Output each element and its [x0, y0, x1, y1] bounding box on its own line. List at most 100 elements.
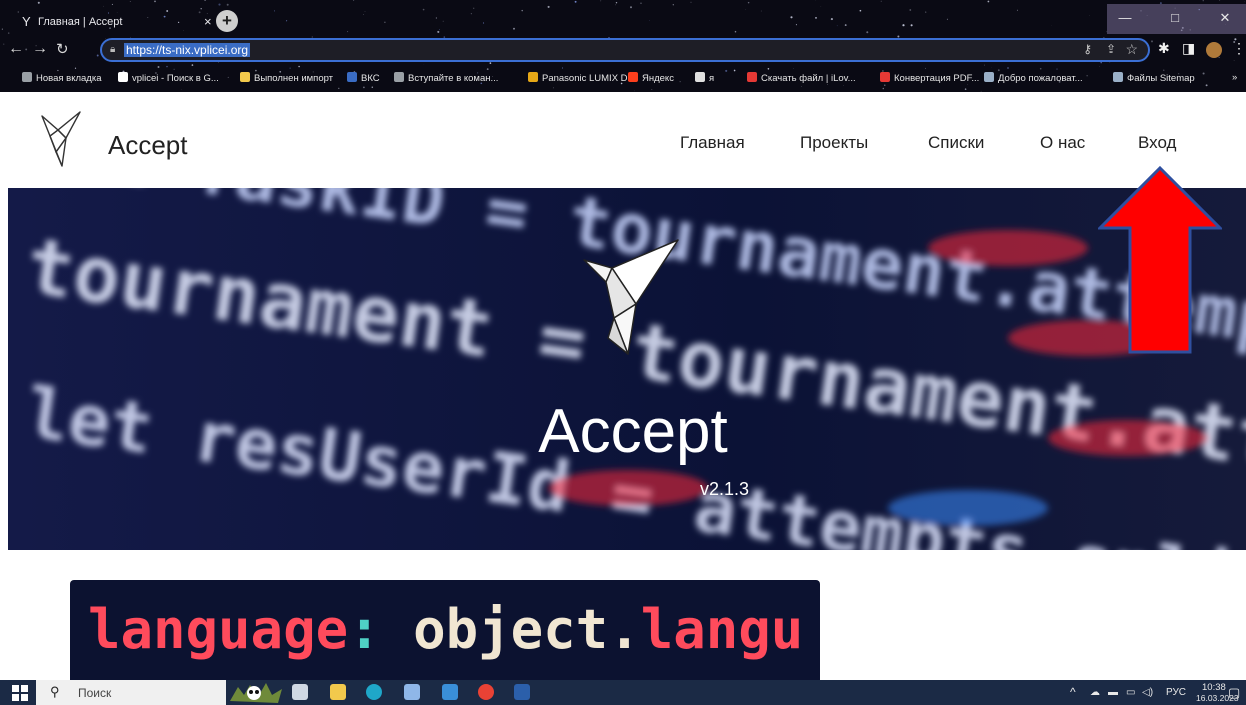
bookmark-item[interactable]: Скачать файл | iLov... [747, 72, 856, 84]
new-tab-button[interactable]: + [216, 10, 238, 32]
bookmark-item[interactable]: Конвертация PDF... [880, 72, 979, 84]
browser-menu-icon[interactable]: ⋮ [1232, 40, 1246, 57]
star-dot [574, 0, 577, 3]
star-dot [909, 9, 912, 11]
code-image-card[interactable]: language: object.langu [70, 580, 820, 680]
star-dot [7, 32, 10, 34]
notifications-icon[interactable]: ▢ [1228, 685, 1240, 701]
reload-icon[interactable]: ↻ [56, 40, 69, 58]
battery-icon[interactable]: ▬ [1108, 687, 1118, 698]
browser-tab[interactable]: Y Главная | Accept × [14, 10, 220, 34]
profile-avatar[interactable] [1206, 42, 1222, 58]
bookmark-item[interactable]: ВКС [347, 72, 380, 84]
star-dot [830, 18, 833, 21]
bookmark-item[interactable]: Новая вкладка [22, 72, 101, 84]
star-dot [129, 1, 131, 2]
taskbar-search[interactable]: ⚲ Поиск [36, 680, 226, 705]
globe-icon [22, 72, 32, 82]
bookmarks-bar: Новая вкладка vplicei - Поиск в G... Выпол… [0, 66, 1246, 90]
server-icon [984, 72, 994, 82]
nav-link-projects[interactable]: Проекты [800, 133, 868, 153]
windows-start-icon[interactable] [12, 685, 28, 701]
forward-arrow-icon[interactable]: → [32, 40, 48, 58]
tab-close-icon[interactable]: × [204, 14, 212, 29]
card-code-token: language [88, 598, 349, 661]
star-dot [154, 0, 156, 3]
bookmarks-overflow-button[interactable]: » [1232, 72, 1237, 83]
star-dot [946, 18, 948, 20]
star-dot [672, 4, 674, 6]
volume-icon[interactable]: ◁) [1142, 687, 1153, 698]
star-dot [640, 2, 642, 4]
nav-link-about[interactable]: О нас [1040, 133, 1085, 153]
onedrive-cloud-icon[interactable]: ☁ [1090, 687, 1100, 698]
hero-origami-bird-icon [583, 239, 679, 355]
card-code-token: object [413, 598, 609, 661]
star-dot [489, 62, 492, 64]
word-icon[interactable] [514, 684, 530, 700]
lock-icon: 🔒︎ [110, 44, 116, 55]
google-icon [118, 72, 128, 82]
close-window-button[interactable]: ✕ [1209, 10, 1241, 26]
url-text[interactable]: https://ts-nix.vplicei.org [124, 43, 251, 57]
site-name[interactable]: Accept [108, 130, 188, 161]
star-dot [910, 24, 913, 27]
input-language[interactable]: РУС [1166, 687, 1186, 698]
star-dot [226, 3, 229, 6]
star-dot [547, 5, 550, 8]
nav-link-login[interactable]: Вход [1138, 133, 1176, 153]
task-view-icon[interactable] [292, 684, 308, 700]
system-tray: ^ ☁ ▬ ▭ ◁) РУС 10:38 16.03.2023 ▢ [1000, 680, 1246, 705]
file-explorer-icon[interactable] [330, 684, 346, 700]
bookmark-label: Файлы Sitemap [1127, 73, 1195, 84]
origami-bird-logo-icon[interactable] [36, 108, 86, 170]
card-code-token: langu [640, 598, 804, 661]
bookmark-item[interactable]: Файлы Sitemap [1113, 72, 1195, 84]
back-arrow-icon[interactable]: ← [8, 40, 24, 58]
star-dot [521, 9, 523, 12]
bookmark-item[interactable]: Яндекс [628, 72, 674, 84]
nav-link-lists[interactable]: Списки [928, 133, 984, 153]
star-dot [1016, 9, 1018, 11]
bookmark-item[interactable]: vplicei - Поиск в G... [118, 72, 219, 84]
address-bar[interactable]: 🔒︎ https://ts-nix.vplicei.org ⚷ ⇪ ☆ [100, 38, 1150, 62]
edge-icon[interactable] [366, 684, 382, 700]
panasonic-icon [528, 72, 538, 82]
star-dot [815, 16, 817, 19]
mail-icon[interactable] [442, 684, 458, 700]
nav-link-home[interactable]: Главная [680, 133, 745, 153]
bookmark-item[interactable]: я [695, 72, 714, 84]
network-icon[interactable]: ▭ [1126, 687, 1135, 698]
password-key-icon[interactable]: ⚷ [1083, 42, 1092, 56]
bookmark-star-icon[interactable]: ☆ [1125, 41, 1138, 58]
bookmark-label: Скачать файл | iLov... [761, 73, 856, 84]
bookmark-item[interactable]: Panasonic LUMIX D... [528, 72, 635, 84]
bookmark-item[interactable]: Вступайте в коман... [394, 72, 498, 84]
folder-icon [240, 72, 250, 82]
star-dot [347, 31, 349, 33]
side-panel-icon[interactable]: ◨ [1182, 40, 1195, 57]
minimize-button[interactable]: — [1109, 10, 1141, 25]
tray-chevron-up-icon[interactable]: ^ [1070, 685, 1076, 699]
server-icon [1113, 72, 1123, 82]
bookmark-item[interactable]: Добро пожаловат... [984, 72, 1083, 84]
star-dot [422, 8, 425, 11]
star-dot [987, 0, 990, 3]
bookmark-label: ВКС [361, 73, 380, 84]
extensions-puzzle-icon[interactable]: ✱ [1158, 40, 1170, 57]
store-icon[interactable] [404, 684, 420, 700]
site-header: Accept Главная Проекты Списки О нас Вход [0, 92, 1246, 188]
clock-time[interactable]: 10:38 [1202, 682, 1226, 693]
star-dot [745, 9, 746, 10]
extension-area: ✱ ◨ ⋮ [1152, 40, 1246, 62]
hero-glow [548, 470, 708, 506]
bookmark-item[interactable]: Выполнен импорт [240, 72, 333, 84]
maximize-button[interactable]: □ [1159, 10, 1191, 25]
panda-decoration-icon [230, 683, 282, 703]
bookmark-label: Panasonic LUMIX D... [542, 73, 636, 84]
share-icon[interactable]: ⇪ [1106, 42, 1116, 56]
red-annotation-arrow-icon [1098, 166, 1222, 354]
star-dot [600, 0, 602, 2]
hero-glow [888, 490, 1048, 526]
chrome-icon[interactable] [478, 684, 494, 700]
